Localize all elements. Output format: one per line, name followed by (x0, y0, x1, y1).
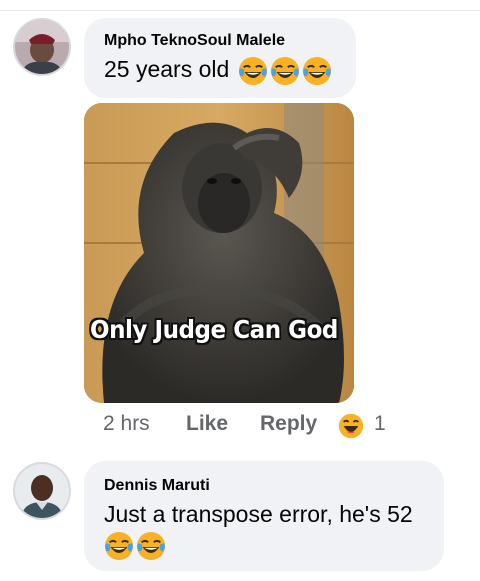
comment-text-row: 25 years old (104, 56, 334, 86)
tears-of-joy-emoji (136, 531, 166, 561)
like-button[interactable]: Like (186, 412, 228, 436)
avatar-photo (15, 464, 69, 518)
comment-text: Just a transpose error, he's 52 (104, 501, 413, 527)
tears-of-joy-emoji (238, 56, 268, 86)
comment-emoji-row (104, 531, 168, 561)
meme-image[interactable]: Only Judge Can God (84, 103, 354, 403)
comment-bubble-2: Dennis Maruti Just a transpose error, he… (84, 461, 444, 571)
comment-author[interactable]: Dennis Maruti (104, 477, 210, 495)
comment-timestamp[interactable]: 2 hrs (103, 412, 150, 436)
tears-of-joy-emoji (302, 56, 332, 86)
reply-button[interactable]: Reply (260, 412, 317, 436)
reaction-count[interactable]: 1 (374, 412, 386, 436)
avatar-mpho[interactable] (13, 18, 71, 76)
tears-of-joy-emoji (104, 531, 134, 561)
laughing-reaction-icon[interactable] (338, 413, 364, 439)
gorilla-photo (84, 103, 354, 403)
avatar-photo (15, 20, 69, 74)
comment-text: 25 years old (104, 56, 230, 83)
avatar-dennis[interactable] (13, 462, 71, 520)
comment-bubble-1: Mpho TeknoSoul Malele 25 years old (84, 18, 356, 98)
top-divider (0, 10, 480, 11)
meme-caption: Only Judge Can God (90, 315, 338, 344)
tears-of-joy-emoji (270, 56, 300, 86)
comment-author[interactable]: Mpho TeknoSoul Malele (104, 32, 285, 50)
